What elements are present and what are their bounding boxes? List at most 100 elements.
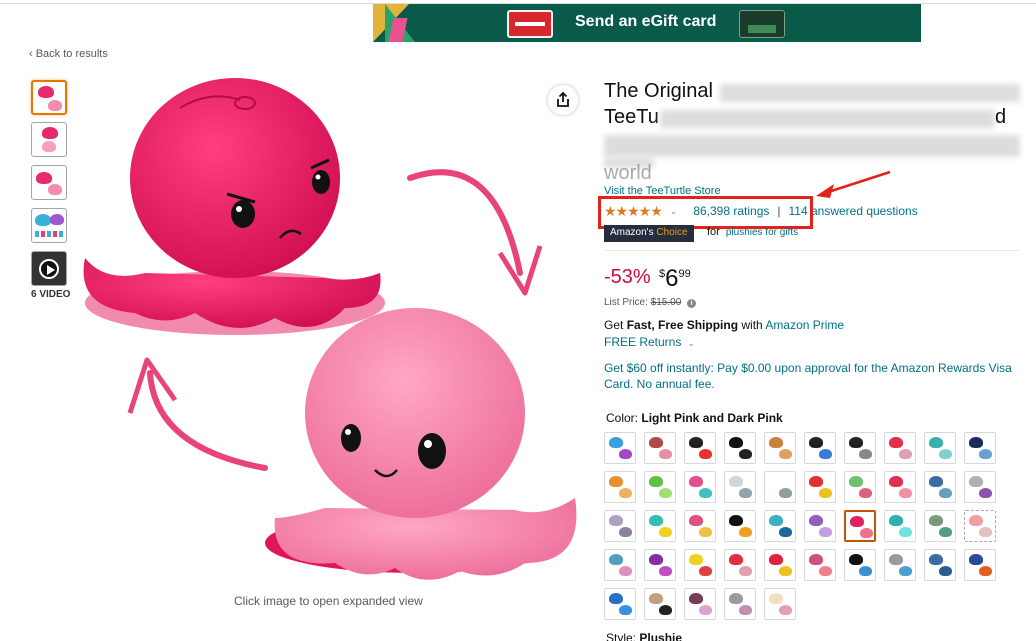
free-returns[interactable]: FREE Returns ⌄ [604, 335, 695, 349]
color-swatch[interactable] [724, 549, 756, 581]
octopus-swatch-icon [739, 566, 752, 576]
octopus-thumb-icon [48, 184, 62, 195]
color-swatch[interactable] [644, 432, 676, 464]
octopus-swatch-icon [769, 476, 783, 487]
octopus-swatch-icon [739, 527, 752, 537]
color-swatch[interactable] [804, 549, 836, 581]
color-swatch[interactable] [644, 588, 676, 620]
octopus-swatch-icon [779, 566, 792, 576]
price: $699 [659, 265, 691, 293]
color-swatch[interactable] [724, 471, 756, 503]
color-swatch[interactable] [844, 510, 876, 542]
thumbnail-4[interactable] [31, 208, 67, 243]
color-swatch[interactable] [684, 432, 716, 464]
octopus-swatch-icon [619, 527, 632, 537]
color-swatch[interactable] [924, 510, 956, 542]
octopus-swatch-icon [729, 515, 743, 526]
color-swatch[interactable] [884, 510, 916, 542]
color-swatch[interactable] [684, 471, 716, 503]
color-swatch[interactable] [844, 432, 876, 464]
back-to-results-link[interactable]: ‹ Back to results [29, 48, 108, 60]
color-swatch[interactable] [644, 471, 676, 503]
color-swatch[interactable] [964, 549, 996, 581]
color-swatch[interactable] [804, 432, 836, 464]
thumbnail-3[interactable] [31, 165, 67, 200]
share-button[interactable] [548, 85, 578, 115]
color-swatch[interactable] [644, 549, 676, 581]
color-swatch[interactable] [844, 471, 876, 503]
price-whole: 6 [665, 265, 679, 292]
color-swatch[interactable] [684, 510, 716, 542]
color-swatch[interactable] [604, 588, 636, 620]
color-swatch[interactable] [964, 510, 996, 542]
choice-for-label: for [707, 226, 720, 238]
octopus-swatch-icon [659, 605, 672, 615]
color-swatch[interactable] [604, 471, 636, 503]
choice-category-link[interactable]: plushies for gifts [726, 227, 798, 238]
octopus-swatch-icon [729, 476, 743, 487]
octopus-swatch-icon [939, 566, 952, 576]
shipping-info: Get Fast, Free Shipping with Amazon Prim… [604, 318, 844, 332]
octopus-swatch-icon [769, 593, 783, 604]
octopus-swatch-icon [809, 437, 823, 448]
octopus-swatch-icon [609, 515, 623, 526]
color-swatch[interactable] [764, 588, 796, 620]
color-swatch[interactable] [804, 471, 836, 503]
color-swatch[interactable] [684, 549, 716, 581]
color-swatch[interactable] [924, 549, 956, 581]
octopus-swatch-icon [609, 476, 623, 487]
color-swatch[interactable] [684, 588, 716, 620]
info-icon[interactable]: i [687, 299, 697, 308]
color-swatch[interactable] [724, 588, 756, 620]
color-swatch[interactable] [964, 432, 996, 464]
color-swatch[interactable] [924, 471, 956, 503]
thumbnail-2[interactable] [31, 122, 67, 157]
octopus-swatch-icon [899, 449, 912, 459]
color-swatch[interactable] [924, 432, 956, 464]
color-swatch[interactable] [844, 549, 876, 581]
color-swatch[interactable] [604, 549, 636, 581]
octopus-swatch-icon [969, 515, 983, 526]
list-price: List Price: $15.00 i [604, 297, 697, 308]
octopus-thumb-icon [42, 141, 56, 152]
color-swatch[interactable] [884, 432, 916, 464]
color-label-prefix: Color: [606, 411, 639, 425]
color-swatch[interactable] [724, 432, 756, 464]
octopus-thumb-icon [48, 100, 62, 111]
thumbnail-1[interactable] [31, 80, 67, 115]
color-swatch[interactable] [644, 510, 676, 542]
main-product-image[interactable] [75, 78, 590, 588]
color-swatch[interactable] [764, 471, 796, 503]
octopus-swatch-icon [619, 566, 632, 576]
color-swatch[interactable] [804, 510, 836, 542]
octopus-swatch-icon [699, 527, 712, 537]
octopus-swatch-icon [779, 449, 792, 459]
price-fraction: 99 [678, 268, 691, 280]
color-swatch[interactable] [604, 510, 636, 542]
amazon-prime-link[interactable]: Amazon Prime [765, 318, 844, 332]
color-swatch[interactable] [764, 432, 796, 464]
octopus-swatch-icon [619, 605, 632, 615]
shipping-bold: Fast, Free Shipping [626, 318, 739, 332]
color-swatch[interactable] [884, 471, 916, 503]
redacted-text [720, 84, 1020, 102]
octopus-swatch-icon [969, 437, 983, 448]
color-swatch[interactable] [964, 471, 996, 503]
color-swatch[interactable] [604, 432, 636, 464]
color-swatch[interactable] [724, 510, 756, 542]
octopus-swatch-icon [609, 593, 623, 604]
egift-banner[interactable]: Send an eGift card [373, 4, 921, 42]
color-swatch[interactable] [764, 549, 796, 581]
list-price-label: List Price: [604, 297, 648, 308]
color-swatch[interactable] [884, 549, 916, 581]
color-swatch[interactable] [764, 510, 796, 542]
video-thumbnail[interactable] [31, 251, 67, 286]
octopus-swatch-icon [649, 515, 663, 526]
octopus-swatch-icon [699, 605, 712, 615]
octopus-swatch-icon [689, 476, 703, 487]
octopus-swatch-icon [699, 449, 712, 459]
free-returns-label: FREE Returns [604, 335, 682, 349]
octopus-swatch-icon [939, 527, 952, 537]
rewards-promo-link[interactable]: Get $60 off instantly: Pay $0.00 upon ap… [604, 360, 1024, 392]
octopus-swatch-icon [779, 488, 792, 498]
